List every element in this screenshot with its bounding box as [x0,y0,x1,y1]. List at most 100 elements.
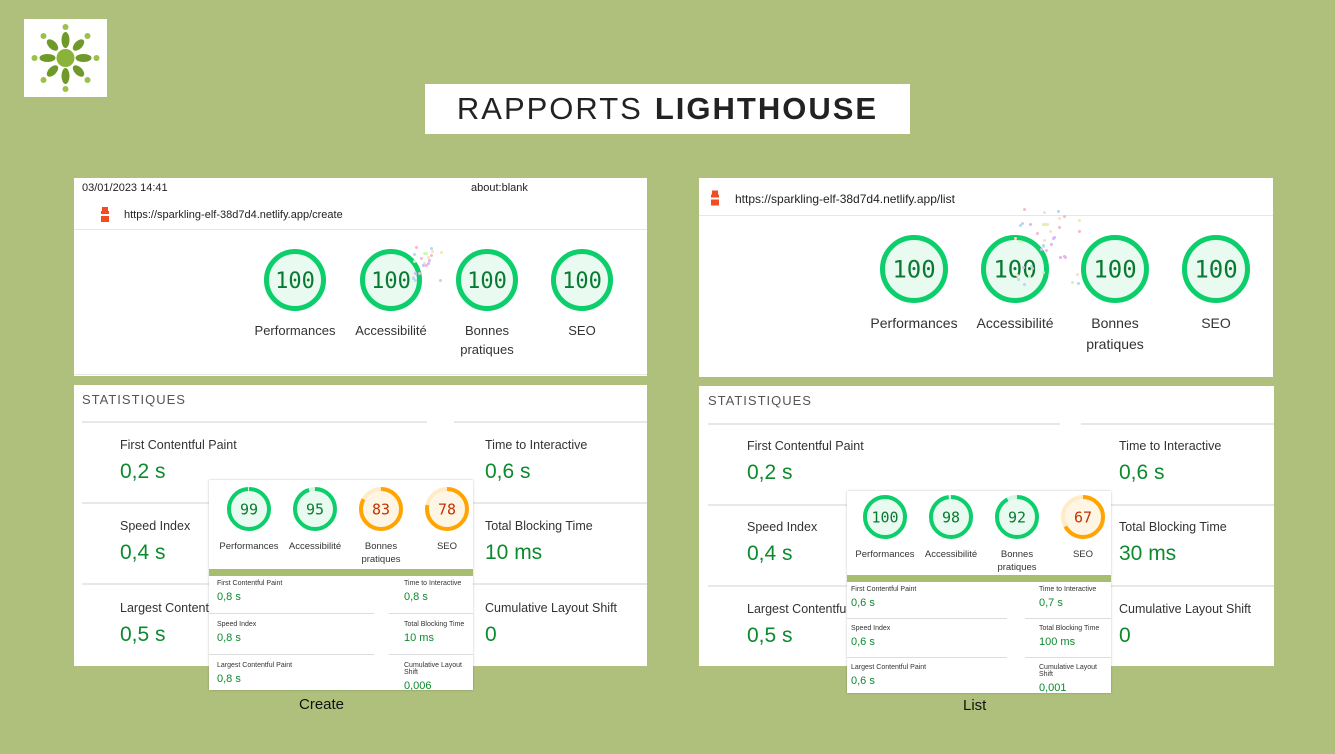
gauge-value: 100 [993,256,1036,284]
metric-value: 0,6 s [851,636,875,648]
report-date: 03/01/2023 14:41 [82,182,168,194]
title-part1: RAPPORTS [456,91,643,126]
ov-metric-lcp: Largest Contentful Paint 0,8 s [217,662,292,685]
score-gauge[interactable]: 92 Bonnes pratiques [982,494,1052,574]
ov-metric-tti: Time to Interactive 0,8 s [404,580,461,603]
confetti-dot [1058,216,1062,220]
metric-name: Total Blocking Time [1119,520,1227,534]
metric-value: 10 ms [404,632,434,644]
gauge-label: Accessibilité [976,315,1054,331]
score-gauge[interactable]: 100 Bonnes pratiques [439,248,535,359]
score-gauge[interactable]: 100 SEO [534,248,630,340]
confetti-dot [430,249,434,253]
metric-name: Cumulative Layout Shift [1039,664,1097,678]
score-gauge[interactable]: 100 Performances [864,234,964,334]
confetti-dot [1027,274,1031,278]
stats-divider [82,421,427,423]
metric-name: Cumulative Layout Shift [485,601,618,615]
report-url[interactable]: https://sparkling-elf-38d7d4.netlify.app… [735,192,955,206]
confetti-dot [412,259,416,263]
right-scores-panel: https://sparkling-elf-38d7d4.netlify.app… [699,178,1273,377]
gauge-value: 98 [942,508,960,526]
score-gauge[interactable]: 100 Accessibilité [965,234,1065,334]
stats-title: STATISTIQUES [82,392,186,407]
metric-name: Time to Interactive [404,580,462,587]
gauge-ring: 100 [981,235,1049,303]
confetti-dot [412,252,416,256]
page-title: RAPPORTS LIGHTHOUSE [425,84,910,134]
report-url[interactable]: https://sparkling-elf-38d7d4.netlify.app… [124,209,343,221]
metric-name: Speed Index [120,519,191,533]
metric-value: 0,4 s [747,542,793,565]
confetti-dot [439,278,443,282]
metric-value: 0 [1119,624,1131,647]
gauge-ring: 100 [264,249,326,311]
confetti-dot [1043,222,1047,226]
ov-metric-cls: Cumulative Layout Shift 0,006 [404,662,473,690]
lighthouse-icon [711,190,719,206]
score-gauge[interactable]: 100 Performances [850,494,920,561]
gauge-value: 95 [306,500,324,518]
confetti-dot [1042,239,1046,243]
score-gauge[interactable]: 98 Accessibilité [916,494,986,561]
caption-list: List [963,697,987,714]
confetti-dot [1016,278,1020,282]
stats-divider [454,502,647,504]
caption-create: Create [299,696,345,713]
confetti-dot [1077,219,1081,223]
ov-divider [1025,618,1111,619]
metric-value: 0,001 [1039,682,1067,693]
ov-divider [209,613,374,614]
metric-value: 0,8 s [217,632,241,644]
score-gauge[interactable]: 67 SEO [1048,494,1111,561]
gauge-ring: 78 [425,487,469,531]
metric-name: Cumulative Layout Shift [1119,602,1252,616]
metric-value: 30 ms [1119,542,1177,565]
metric-name: Speed Index [851,625,891,632]
gauge-value: 100 [467,269,507,294]
score-gauge[interactable]: 78 SEO [412,486,473,553]
metric-name: Total Blocking Time [404,621,465,628]
gauge-label: Bonnes pratiques [460,323,514,357]
gauge-value: 100 [562,269,602,294]
metric-value: 0,8 s [404,591,428,603]
ov-divider [389,613,473,614]
left-scores-panel: 03/01/2023 14:41 about:blank https://spa… [74,178,647,376]
gauge-label: Bonnes pratiques [1086,315,1144,352]
score-gauge[interactable]: 100 SEO [1166,234,1266,334]
metric-cls: Cumulative Layout Shift 0 [485,601,617,647]
ov-metric-si: Speed Index 0,8 s [217,621,256,644]
gauge-label: Accessibilité [288,541,342,552]
gauge-ring: 100 [1081,235,1149,303]
ov-metric-si: Speed Index 0,6 s [851,625,890,648]
confetti-dot [1022,282,1026,286]
confetti-dot [1029,222,1033,226]
confetti-dot [1023,208,1027,211]
metric-si: Speed Index 0,4 s [120,519,190,565]
confetti-dot [1063,214,1066,218]
gauge-label: Bonnes pratiques [997,549,1037,573]
gauge-ring: 95 [293,487,337,531]
gauge-value: 100 [275,269,315,294]
gauge-label: SEO [436,541,458,552]
score-gauge[interactable]: 100 Bonnes pratiques [1065,234,1165,355]
gauge-value: 100 [1194,256,1237,284]
score-gauge[interactable]: 83 Bonnes pratiques [346,486,416,566]
metric-name: Cumulative Layout Shift [404,662,462,676]
header-divider [74,229,647,230]
stats-divider [454,583,647,585]
gauge-label: Bonnes pratiques [361,541,401,565]
gauge-value: 92 [1008,508,1026,526]
stats-divider [454,421,647,423]
gauge-ring: 100 [551,249,613,311]
confetti-dot [1076,281,1080,285]
score-gauge[interactable]: 100 Performances [247,248,343,340]
metric-value: 0,4 s [120,541,166,564]
metric-value: 0,6 s [485,460,531,483]
stats-divider [1081,423,1274,425]
score-gauge[interactable]: 99 Performances [214,486,284,553]
gauge-ring: 100 [863,495,907,539]
right-overlay-report: 100 Performances 98 Accessibilité 92 Bonnes p… [847,491,1111,693]
confetti-dot [1041,243,1045,247]
score-gauge[interactable]: 95 Accessibilité [280,486,350,553]
